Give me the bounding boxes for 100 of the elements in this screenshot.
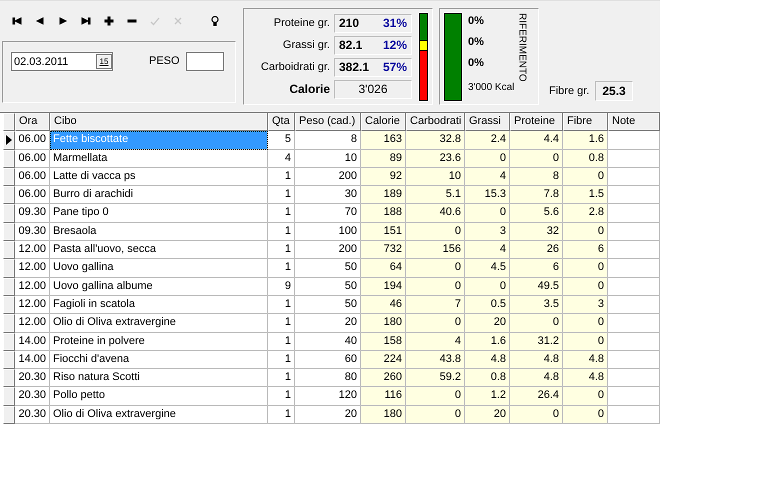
table-cell: 59.2 — [406, 369, 465, 388]
table-cell: Olio di Oliva extravergine — [50, 406, 268, 424]
table-cell: 4.8 — [510, 369, 563, 388]
table-cell: 189 — [361, 186, 406, 204]
table-cell: Pane tipo 0 — [50, 204, 268, 223]
table-cell: Bresaola — [50, 222, 268, 242]
table-cell: 40.6 — [406, 204, 465, 223]
table-cell: 1 — [268, 259, 295, 278]
table-cell: 9 — [268, 278, 295, 296]
table-cell: 5.6 — [510, 204, 563, 223]
table-cell: 92 — [361, 168, 406, 186]
column-header[interactable]: Peso (cad.) — [295, 113, 361, 132]
table-cell: 1 — [268, 332, 295, 351]
table-cell: 163 — [361, 131, 406, 150]
table-cell: 180 — [361, 406, 406, 424]
macro-value-field: 382.1 57% — [334, 58, 412, 76]
column-header[interactable]: Qta — [268, 113, 295, 132]
table-cell: 49.5 — [510, 278, 563, 296]
table-cell: 31.2 — [510, 332, 563, 351]
table-cell: 1 — [268, 350, 295, 370]
table-cell: 0 — [406, 406, 465, 424]
table-cell: 14.00 — [15, 350, 50, 370]
table-cell: 0 — [510, 150, 563, 168]
table-cell: Latte di vacca ps — [50, 168, 268, 186]
table-cell: 116 — [361, 387, 406, 406]
table-cell: 1.5 — [563, 186, 608, 204]
table-cell: 0.8 — [563, 150, 608, 168]
table-cell: 194 — [361, 278, 406, 296]
table-cell: 1 — [268, 406, 295, 424]
column-header[interactable]: Ora — [15, 113, 50, 132]
peso-field[interactable] — [186, 52, 224, 71]
table-cell: 6 — [510, 259, 563, 278]
table-cell: Fette biscottate — [50, 131, 268, 150]
table-cell: 43.8 — [406, 350, 465, 370]
table-cell: 1 — [268, 296, 295, 314]
table-cell: 4 — [465, 168, 510, 186]
table-cell: 732 — [361, 241, 406, 260]
table-cell: Fagioli in scatola — [50, 296, 268, 314]
reference-percent: 0% — [468, 56, 485, 71]
table-cell: 151 — [361, 222, 406, 242]
column-header[interactable]: Grassi — [465, 113, 510, 132]
table-cell: 1.6 — [465, 332, 510, 351]
table-cell: 46 — [361, 296, 406, 314]
table-cell: 0.5 — [465, 296, 510, 314]
row-indicator[interactable] — [3, 131, 15, 150]
table-cell: 3 — [563, 296, 608, 314]
table-cell: 32.8 — [406, 131, 465, 150]
table-cell: 4 — [465, 241, 510, 260]
table-cell: 20.30 — [15, 369, 50, 388]
table-cell: 0.8 — [465, 369, 510, 388]
table-cell: 260 — [361, 369, 406, 388]
table-cell: 32 — [510, 222, 563, 242]
table-cell: Fiocchi d'avena — [50, 350, 268, 370]
table-cell: 20.30 — [15, 387, 50, 406]
column-header[interactable]: Fibre — [563, 113, 608, 132]
macro-label: Proteine gr. — [272, 17, 331, 29]
table-cell: 09.30 — [15, 204, 50, 223]
table-cell: 0 — [406, 314, 465, 333]
table-cell: 14.00 — [15, 332, 50, 351]
table-cell: Olio di Oliva extravergine — [50, 314, 268, 333]
table-cell: 4.8 — [510, 350, 563, 370]
table-cell: 0 — [563, 278, 608, 296]
table-cell: 6 — [563, 241, 608, 260]
table-cell: 12.00 — [15, 296, 50, 314]
table-cell: Uovo gallina albume — [50, 278, 268, 296]
calorie-value-field: 3'026 — [334, 80, 412, 98]
table-cell: 1 — [268, 241, 295, 260]
table-cell: 23.6 — [406, 150, 465, 168]
table-cell: 1.2 — [465, 387, 510, 406]
table-cell: 4.8 — [563, 369, 608, 388]
table-cell: Marmellata — [50, 150, 268, 168]
reference-title: RIFERIMENTO — [516, 13, 528, 84]
reference-kcal: 3'000 Kcal — [468, 82, 514, 93]
table-cell: 64 — [361, 259, 406, 278]
macro-value-field: 210 31% — [334, 14, 412, 32]
date-field[interactable]: 02.03.2011 15 — [11, 52, 113, 71]
table-cell: 0 — [563, 168, 608, 186]
table-cell: 0 — [406, 278, 465, 296]
reference-percent: 0% — [468, 35, 485, 50]
table-cell: 0 — [406, 222, 465, 242]
table-cell: 2.4 — [465, 131, 510, 150]
peso-label: PESO — [149, 55, 180, 67]
reference-percent: 0% — [468, 14, 485, 29]
macro-label: Grassi gr. — [282, 39, 331, 51]
column-header[interactable]: Proteine — [510, 113, 563, 132]
table-cell: 1 — [268, 186, 295, 204]
column-header[interactable]: Carbodrati — [406, 113, 465, 132]
table-cell: 0 — [563, 259, 608, 278]
calendar-button[interactable]: 15 — [96, 54, 112, 69]
table-cell: 180 — [361, 314, 406, 333]
fibre-value-field: 25.3 — [595, 80, 633, 100]
column-header[interactable]: Cibo — [50, 113, 268, 132]
table-cell: 4.4 — [510, 131, 563, 150]
table-cell: Riso natura Scotti — [50, 369, 268, 388]
table-cell: 26 — [510, 241, 563, 260]
column-header[interactable]: Calorie — [361, 113, 406, 132]
table-cell: 0 — [563, 332, 608, 351]
table-cell: 12.00 — [15, 241, 50, 260]
table-cell: 0 — [563, 387, 608, 406]
column-header[interactable]: Note — [608, 113, 660, 132]
